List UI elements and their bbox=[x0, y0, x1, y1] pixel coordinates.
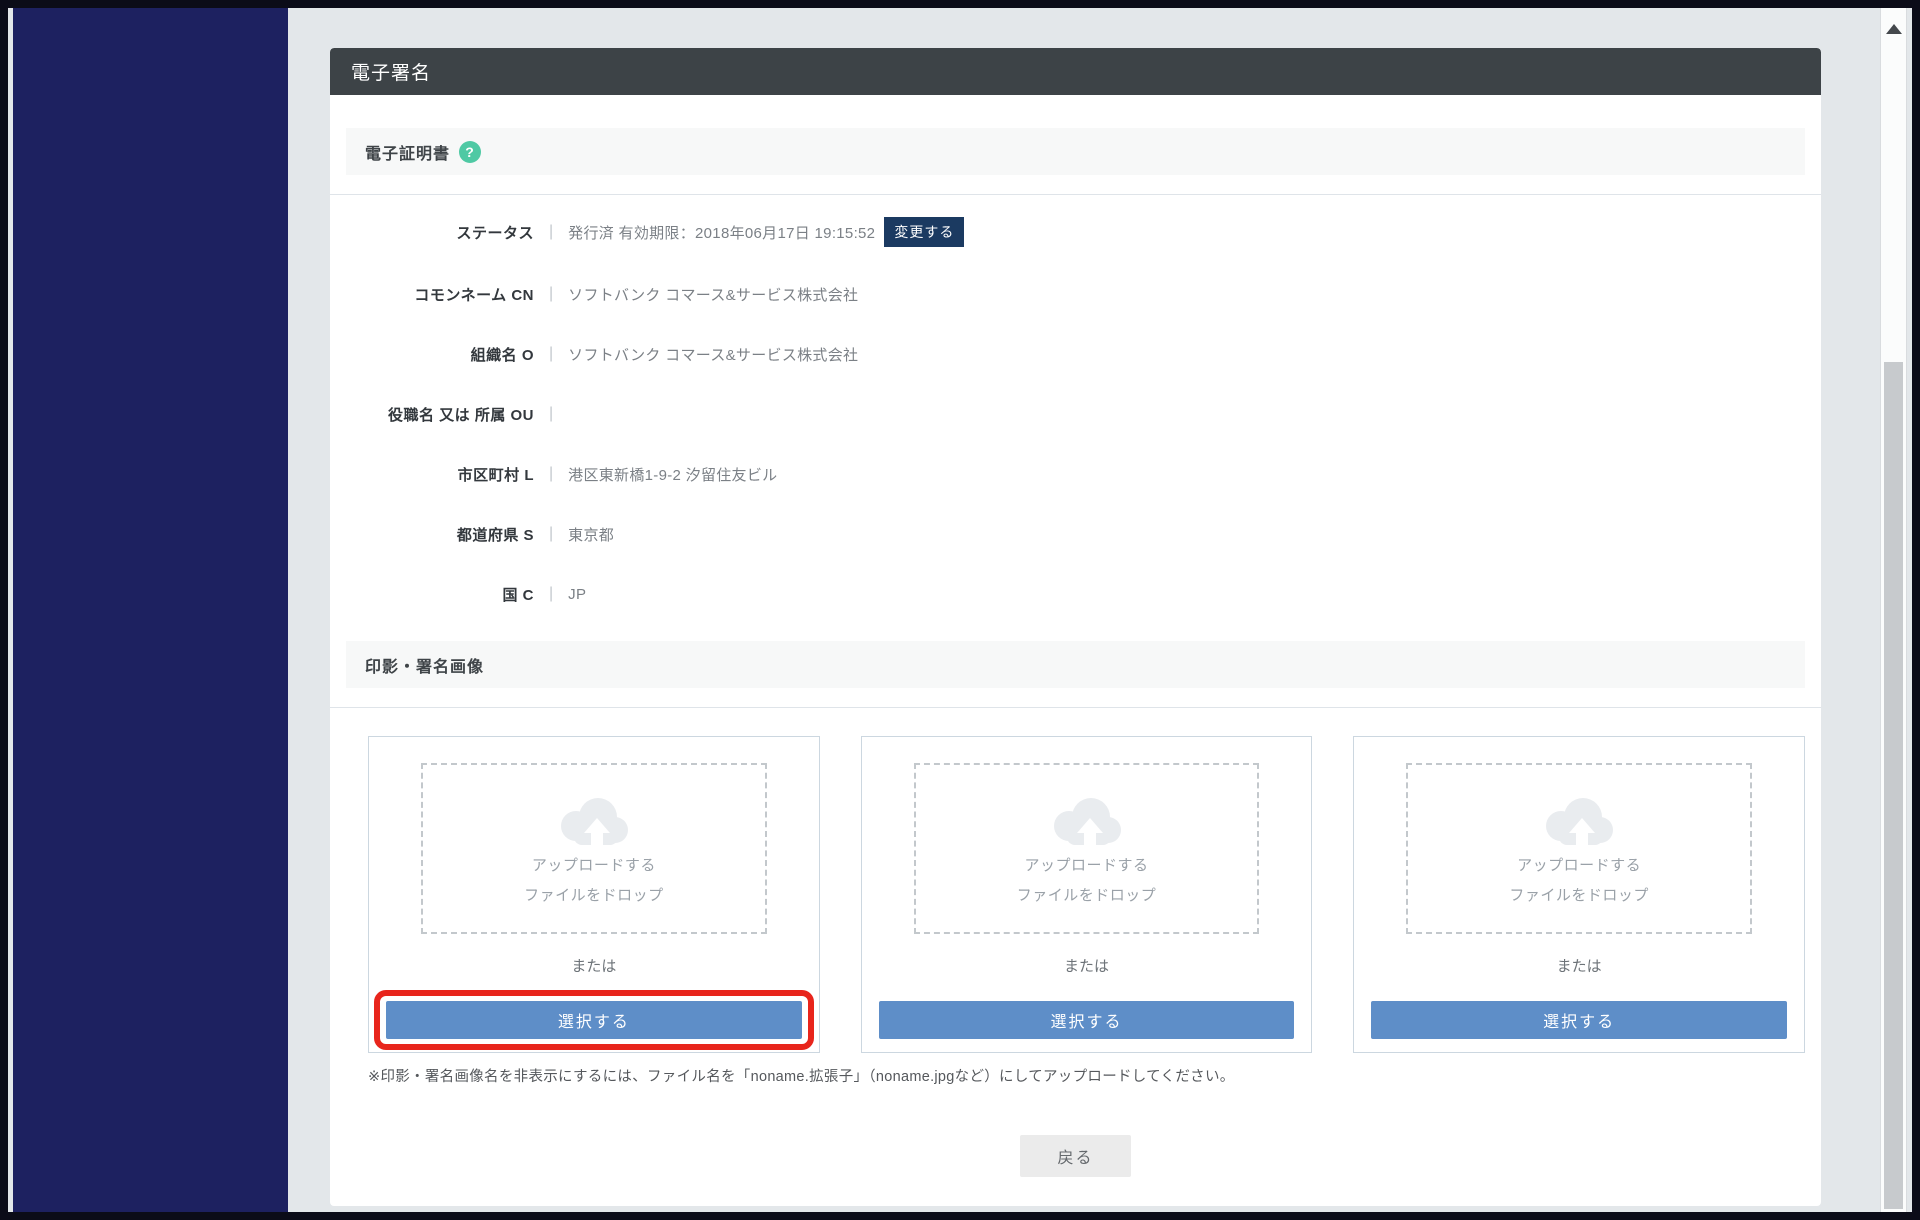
separator: | bbox=[549, 465, 553, 483]
dropzone-line1: アップロードする bbox=[532, 854, 656, 875]
separator: | bbox=[549, 223, 553, 241]
change-button[interactable]: 変更する bbox=[884, 217, 964, 247]
upload-card-1: アップロードする ファイルをドロップ または 選択する bbox=[368, 736, 820, 1053]
row-organizational-unit: 役職名 又は 所属 OU | bbox=[346, 401, 1805, 427]
row-country-label: 国 C bbox=[346, 584, 534, 605]
scrollbar-thumb[interactable] bbox=[1884, 362, 1903, 1209]
panel-body: 電子証明書 ? ステータス | 発行済 有効期限：2018年06月17日 19:… bbox=[330, 128, 1821, 1177]
row-country-value: JP bbox=[568, 586, 586, 603]
section-certificate: 電子証明書 ? bbox=[346, 128, 1805, 175]
seal-section-title: 印影・署名画像 bbox=[365, 653, 484, 677]
row-common-name: コモンネーム CN | ソフトバンク コマース&サービス株式会社 bbox=[346, 281, 1805, 307]
certificate-section-title: 電子証明書 bbox=[365, 140, 450, 164]
row-organization-label: 組織名 O bbox=[346, 344, 534, 365]
separator: | bbox=[549, 405, 553, 423]
help-icon[interactable]: ? bbox=[459, 141, 481, 163]
section-seal-images: 印影・署名画像 bbox=[346, 641, 1805, 688]
cloud-upload-icon bbox=[1045, 792, 1129, 850]
row-locality-value: 港区東新橋1-9-2 汐留住友ビル bbox=[568, 464, 777, 485]
dropzone-line1: アップロードする bbox=[1517, 854, 1641, 875]
scroll-up-icon[interactable] bbox=[1886, 24, 1902, 34]
file-dropzone-3[interactable]: アップロードする ファイルをドロップ bbox=[1406, 763, 1752, 934]
row-common-name-label: コモンネーム CN bbox=[346, 284, 534, 305]
row-locality: 市区町村 L | 港区東新橋1-9-2 汐留住友ビル bbox=[346, 461, 1805, 487]
separator: | bbox=[549, 345, 553, 363]
separator: | bbox=[549, 285, 553, 303]
row-status-label: ステータス bbox=[346, 222, 534, 243]
cloud-upload-icon bbox=[552, 792, 636, 850]
app-background: 電子署名 電子証明書 ? ステータス | 発行済 有効期限：2018年06月17… bbox=[8, 8, 1912, 1212]
separator: | bbox=[549, 585, 553, 603]
or-label: または bbox=[1354, 955, 1804, 976]
dropzone-line2: ファイルをドロップ bbox=[524, 884, 664, 905]
row-common-name-value: ソフトバンク コマース&サービス株式会社 bbox=[568, 284, 858, 305]
back-button[interactable]: 戻る bbox=[1020, 1135, 1130, 1177]
upload-note: ※印影・署名画像名を非表示にするには、ファイル名を「noname.拡張子」（no… bbox=[368, 1065, 1805, 1086]
row-organization-value: ソフトバンク コマース&サービス株式会社 bbox=[568, 344, 858, 365]
file-dropzone-1[interactable]: アップロードする ファイルをドロップ bbox=[421, 763, 767, 934]
page-title: 電子署名 bbox=[351, 58, 431, 85]
or-label: または bbox=[862, 955, 1312, 976]
dropzone-line2: ファイルをドロップ bbox=[1017, 884, 1157, 905]
row-organizational-unit-label: 役職名 又は 所属 OU bbox=[346, 404, 534, 425]
upload-cards: アップロードする ファイルをドロップ または 選択する bbox=[368, 736, 1805, 1053]
select-file-button-2[interactable]: 選択する bbox=[879, 1001, 1295, 1039]
upload-card-2: アップロードする ファイルをドロップ または 選択する bbox=[861, 736, 1313, 1053]
row-country: 国 C | JP bbox=[346, 581, 1805, 607]
row-status-value: 発行済 有効期限：2018年06月17日 19:15:52 bbox=[568, 222, 875, 243]
row-organization: 組織名 O | ソフトバンク コマース&サービス株式会社 bbox=[346, 341, 1805, 367]
dropzone-line1: アップロードする bbox=[1025, 854, 1149, 875]
select-file-button-3[interactable]: 選択する bbox=[1371, 1001, 1787, 1039]
scrollbar-track[interactable] bbox=[1880, 8, 1907, 1212]
row-state: 都道府県 S | 東京都 bbox=[346, 521, 1805, 547]
row-state-value: 東京都 bbox=[568, 524, 614, 545]
row-locality-label: 市区町村 L bbox=[346, 464, 534, 485]
separator: | bbox=[549, 525, 553, 543]
cloud-upload-icon bbox=[1537, 792, 1621, 850]
row-state-label: 都道府県 S bbox=[346, 524, 534, 545]
upload-card-3: アップロードする ファイルをドロップ または 選択する bbox=[1353, 736, 1805, 1053]
certificate-rows: ステータス | 発行済 有効期限：2018年06月17日 19:15:52 変更… bbox=[346, 195, 1805, 607]
signature-panel: 電子署名 電子証明書 ? ステータス | 発行済 有効期限：2018年06月17… bbox=[330, 48, 1821, 1206]
divider bbox=[330, 707, 1821, 708]
sidebar bbox=[13, 8, 288, 1212]
select-file-button-1[interactable]: 選択する bbox=[386, 1001, 802, 1039]
row-status: ステータス | 発行済 有効期限：2018年06月17日 19:15:52 変更… bbox=[346, 217, 1805, 247]
dropzone-line2: ファイルをドロップ bbox=[1509, 884, 1649, 905]
or-label: または bbox=[369, 955, 819, 976]
file-dropzone-2[interactable]: アップロードする ファイルをドロップ bbox=[914, 763, 1260, 934]
panel-header: 電子署名 bbox=[330, 48, 1821, 95]
